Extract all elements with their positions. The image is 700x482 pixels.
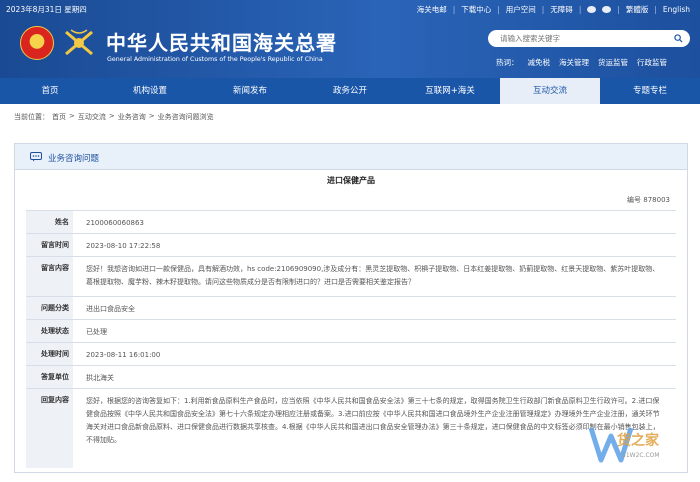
nav-special-topics[interactable]: 专题专栏 (600, 78, 700, 104)
row-value: 2023-08-11 16:01:00 (86, 351, 161, 359)
site-header: 2023年8月31日 星期四 海关电邮 | 下载中心 | 用户空间 | 无障碍 … (0, 0, 700, 78)
link-accessibility[interactable]: 无障碍 (550, 4, 573, 15)
hot-word[interactable]: 减免税 (528, 57, 551, 68)
link-download[interactable]: 下载中心 (461, 4, 491, 15)
row-reply-content: 回复内容 您好，根据您的咨询答复如下：1.利用新食品原料生产食品时，应当依照《中… (26, 388, 676, 468)
panel-header: 业务咨询问题 (15, 144, 687, 170)
search-box (488, 30, 690, 47)
top-links: 海关电邮 | 下载中心 | 用户空间 | 无障碍 | | 繁體版 | Engli… (417, 4, 690, 15)
hot-word[interactable]: 行政监管 (637, 57, 667, 68)
question-code: 编号 878003 (560, 195, 670, 205)
wechat-icon[interactable] (602, 6, 612, 13)
search-input[interactable] (488, 30, 658, 47)
search-icon[interactable] (674, 34, 683, 43)
row-label: 处理时间 (26, 343, 73, 365)
link-traditional[interactable]: 繁體版 (626, 4, 649, 15)
national-emblem-icon (20, 26, 54, 60)
breadcrumb-current: 业务咨询问题浏览 (157, 113, 214, 121)
link-english[interactable]: English (663, 5, 690, 14)
site-title-cn: 中华人民共和国海关总署 (106, 31, 337, 55)
link-user-space[interactable]: 用户空间 (506, 4, 536, 15)
row-message-content: 留言内容 您好！我想咨询如进口一款保健品，具有解酒功效，hs code:2106… (26, 256, 676, 296)
nav-organization[interactable]: 机构设置 (100, 78, 200, 104)
row-value: 2100060060863 (86, 219, 144, 227)
row-process-time: 处理时间 2023-08-11 16:01:00 (26, 342, 676, 365)
code-value: 878003 (643, 196, 670, 204)
row-value: 您好！我想咨询如进口一款保健品，具有解酒功效，hs code:210690909… (86, 265, 660, 286)
row-label: 留言时间 (26, 234, 73, 256)
customs-emblem-icon (65, 29, 93, 56)
breadcrumb-home[interactable]: 首页 (52, 112, 66, 122)
breadcrumb-consult[interactable]: 业务咨询 (118, 112, 146, 122)
row-label: 答复单位 (26, 366, 73, 388)
breadcrumb-sep: > (108, 112, 115, 120)
breadcrumb-label: 当前位置： (14, 113, 49, 121)
link-email[interactable]: 海关电邮 (417, 4, 447, 15)
separator: | (497, 5, 500, 14)
row-value: 已处理 (86, 328, 107, 336)
row-status: 处理状态 已处理 (26, 319, 676, 342)
separator: | (541, 5, 545, 14)
row-value: 2023-08-10 17:22:58 (86, 242, 161, 250)
row-category: 问题分类 进出口食品安全 (26, 296, 676, 319)
nav-interaction[interactable]: 互动交流 (500, 78, 600, 104)
row-reply-unit: 答复单位 拱北海关 (26, 365, 676, 388)
row-label: 回复内容 (26, 389, 73, 468)
nav-news[interactable]: 新闻发布 (200, 78, 300, 104)
row-label: 姓名 (26, 211, 73, 233)
row-name: 姓名 2100060060863 (26, 210, 676, 233)
breadcrumb-interaction[interactable]: 互动交流 (78, 112, 106, 122)
watermark-text: 货之家 (617, 433, 659, 449)
main-nav: 首页 机构设置 新闻发布 政务公开 互联网+海关 互动交流 专题专栏 (0, 78, 700, 104)
row-value: 进出口食品安全 (86, 305, 135, 313)
current-date: 2023年8月31日 星期四 (6, 5, 87, 14)
hot-word[interactable]: 货运监管 (598, 57, 628, 68)
hot-words-label: 热词： (496, 58, 519, 67)
question-title: 进口保健产品 (327, 176, 375, 185)
breadcrumb-sep: > (69, 112, 75, 120)
code-label: 编号 (627, 196, 642, 204)
hot-words: 热词： 减免税 海关管理 货运监管 行政监管 (496, 57, 667, 68)
watermark-url: 51W2C.COM (622, 452, 660, 459)
row-value: 拱北海关 (86, 374, 114, 382)
row-label: 留言内容 (26, 257, 73, 296)
nav-government-affairs[interactable]: 政务公开 (300, 78, 400, 104)
breadcrumb: 当前位置： 首页 > 互动交流 > 业务咨询 > 业务咨询问题浏览 (14, 112, 214, 122)
breadcrumb-sep: > (148, 112, 155, 120)
top-bar: 2023年8月31日 星期四 海关电邮 | 下载中心 | 用户空间 | 无障碍 … (0, 0, 700, 18)
chat-bubble-icon (30, 152, 42, 162)
separator: | (452, 5, 456, 14)
site-title-en: General Administration of Customs of the… (107, 56, 323, 63)
weibo-icon[interactable] (587, 6, 597, 13)
row-label: 问题分类 (26, 297, 73, 319)
row-message-time: 留言时间 2023-08-10 17:22:58 (26, 233, 676, 256)
separator: | (578, 5, 582, 14)
row-label: 处理状态 (26, 320, 73, 342)
nav-home[interactable]: 首页 (0, 78, 100, 104)
panel-title: 业务咨询问题 (48, 154, 100, 164)
separator: | (617, 5, 620, 14)
hot-word[interactable]: 海关管理 (559, 57, 589, 68)
separator: | (654, 5, 657, 14)
nav-internet-customs[interactable]: 互联网+海关 (400, 78, 500, 104)
